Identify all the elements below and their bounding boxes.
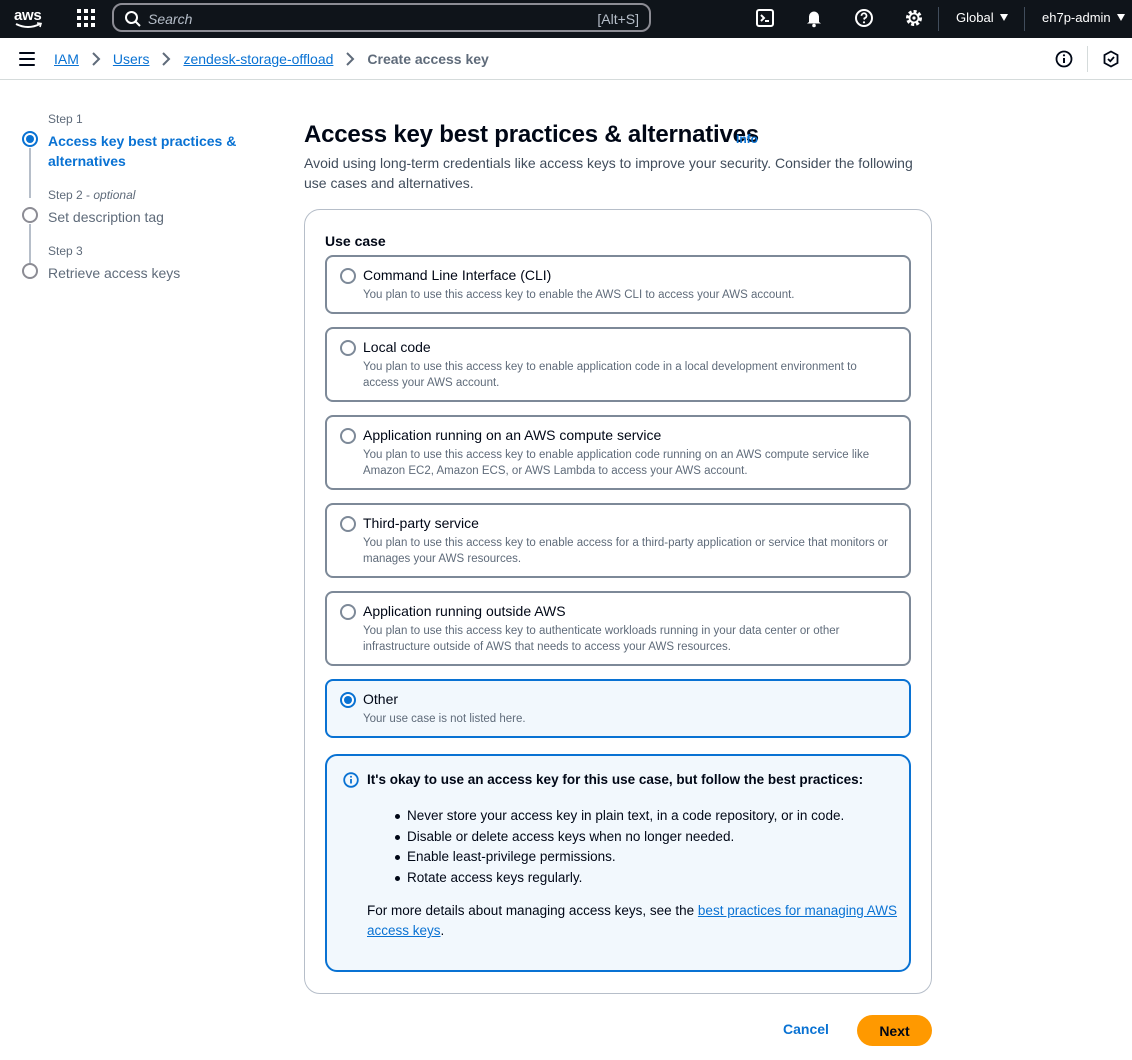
search-placeholder: Search (148, 11, 193, 27)
bell-icon[interactable] (804, 8, 824, 28)
best-practices-list: Never store your access key in plain tex… (395, 806, 844, 888)
caret-down-icon (1116, 14, 1125, 21)
account-menu[interactable]: eh7p-admin (1042, 10, 1125, 25)
radio-button[interactable] (340, 428, 356, 444)
help-icon[interactable] (854, 8, 874, 28)
search-icon (125, 11, 141, 27)
use-case-third-party[interactable]: Third-party service You plan to use this… (325, 503, 911, 578)
list-item: Rotate access keys regularly. (395, 868, 844, 889)
security-panel-icon[interactable] (1102, 50, 1120, 68)
step-indicator (22, 263, 38, 279)
nav-separator (938, 7, 939, 31)
menu-icon[interactable] (19, 52, 35, 66)
breadcrumb-user[interactable]: zendesk-storage-offload (183, 51, 333, 67)
use-case-container: Use case Command Line Interface (CLI) Yo… (304, 209, 932, 994)
breadcrumb: IAM Users zendesk-storage-offload Create… (54, 51, 489, 67)
caret-down-icon (999, 14, 1008, 21)
radio-button-selected[interactable] (340, 692, 356, 708)
wizard-step-3: Step 3 Retrieve access keys (20, 244, 260, 283)
wizard-step-2: Step 2 - optional Set description tag (20, 188, 260, 227)
info-link[interactable]: Info (736, 132, 758, 146)
radio-button[interactable] (340, 516, 356, 532)
chevron-right-icon (346, 52, 355, 66)
gear-icon[interactable] (904, 8, 924, 28)
search-shortcut: [Alt+S] (597, 11, 639, 27)
use-case-local-code[interactable]: Local code You plan to use this access k… (325, 327, 911, 402)
aws-smile-icon (15, 22, 43, 28)
info-panel-icon[interactable] (1055, 50, 1073, 68)
step-indicator (22, 207, 38, 223)
bar-separator (1087, 46, 1088, 72)
use-case-other[interactable]: Other Your use case is not listed here. (325, 679, 911, 738)
alert-more-details: For more details about managing access k… (367, 903, 898, 938)
chevron-right-icon (92, 52, 101, 66)
page-description: Avoid using long-term credentials like a… (304, 155, 913, 191)
breadcrumb-bar: IAM Users zendesk-storage-offload Create… (0, 38, 1132, 80)
radio-button[interactable] (340, 268, 356, 284)
list-item: Never store your access key in plain tex… (395, 806, 844, 827)
breadcrumb-users[interactable]: Users (113, 51, 150, 67)
next-button[interactable]: Next (857, 1015, 932, 1046)
breadcrumb-iam[interactable]: IAM (54, 51, 79, 67)
list-item: Disable or delete access keys when no lo… (395, 827, 844, 848)
use-case-aws-compute[interactable]: Application running on an AWS compute se… (325, 415, 911, 490)
nav-separator (1024, 7, 1025, 31)
chevron-right-icon (162, 52, 171, 66)
cancel-button[interactable]: Cancel (783, 1021, 829, 1037)
services-grid-icon[interactable] (77, 9, 95, 27)
use-case-label: Use case (325, 233, 386, 249)
wizard-step-1: Step 1 Access key best practices & alter… (20, 112, 260, 171)
alert-header: It's okay to use an access key for this … (367, 772, 864, 787)
region-selector[interactable]: Global (956, 10, 1008, 25)
top-navigation: aws Search [Alt+S] Global eh7p-admin (0, 0, 1132, 38)
aws-logo[interactable]: aws (12, 5, 46, 33)
radio-button[interactable] (340, 340, 356, 356)
breadcrumb-current: Create access key (367, 51, 489, 67)
step-indicator-active (22, 131, 38, 147)
radio-button[interactable] (340, 604, 356, 620)
list-item: Enable least-privilege permissions. (395, 847, 844, 868)
cloudshell-icon[interactable] (755, 8, 775, 28)
page-title: Access key best practices & alternatives (304, 121, 759, 148)
search-input[interactable]: Search [Alt+S] (112, 3, 651, 32)
best-practices-alert: It's okay to use an access key for this … (325, 754, 911, 972)
use-case-outside-aws[interactable]: Application running outside AWS You plan… (325, 591, 911, 666)
info-icon (343, 772, 359, 788)
use-case-cli[interactable]: Command Line Interface (CLI) You plan to… (325, 255, 911, 314)
